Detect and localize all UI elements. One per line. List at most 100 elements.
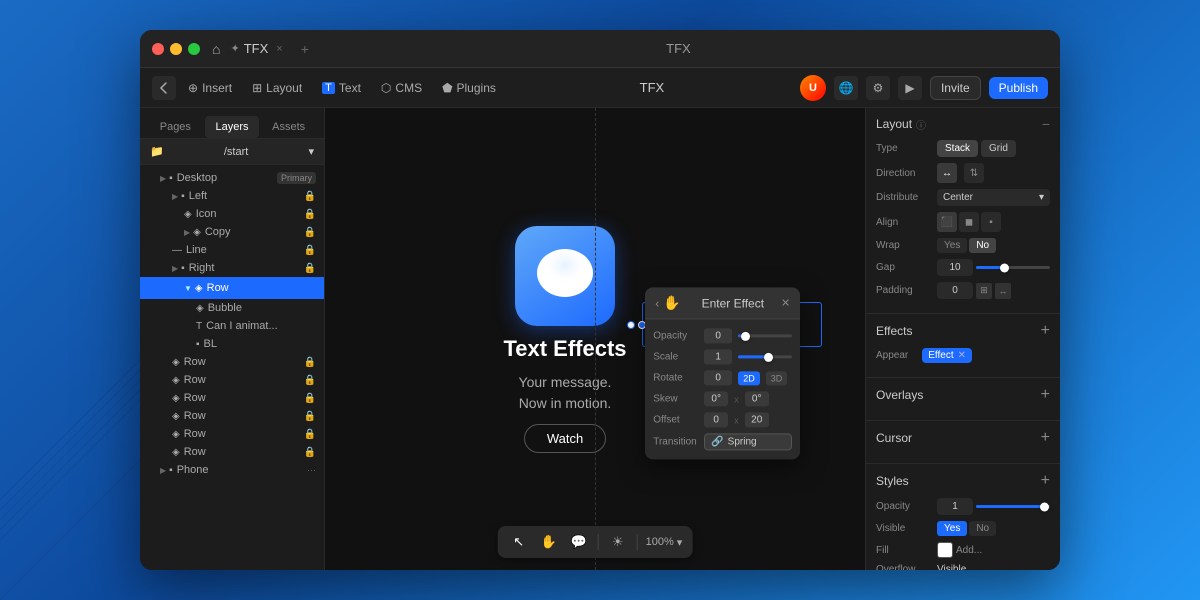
opacity-track[interactable]	[976, 505, 1050, 508]
tree-item-phone[interactable]: ▶ ▪ Phone ···	[140, 461, 324, 479]
popup-back-icon[interactable]: ‹	[655, 296, 659, 310]
tree-item-row-5[interactable]: ◈ Row 🔒	[140, 407, 324, 425]
maximize-button[interactable]	[188, 43, 200, 55]
padding-input[interactable]	[937, 282, 973, 299]
overlays-add-icon[interactable]: +	[1041, 386, 1050, 404]
tree-item-bl[interactable]: ▪ BL	[140, 335, 324, 353]
align-center[interactable]: ◼	[959, 212, 979, 232]
tree-item-line[interactable]: — Line 🔒	[140, 241, 324, 259]
title-tab[interactable]: ✦ TFX ×	[230, 41, 282, 56]
canvas[interactable]: Text Effects Your message. Now in motion…	[325, 108, 865, 570]
tree-item-icon[interactable]: ◈ Icon 🔒	[140, 205, 324, 223]
styles-add-icon[interactable]: +	[1041, 472, 1050, 490]
visible-label: Visible	[876, 523, 931, 534]
add-row-icon[interactable]: +	[308, 280, 316, 296]
tree-item-desktop[interactable]: ▶ ▪ Desktop Primary	[140, 169, 324, 187]
tree-item-bubble[interactable]: ◈ Bubble	[140, 299, 324, 317]
play-icon[interactable]: ▶	[898, 76, 922, 100]
popup-close-icon[interactable]: ✕	[781, 296, 790, 309]
tree-item-row-4[interactable]: ◈ Row 🔒	[140, 389, 324, 407]
zoom-control[interactable]: 100% ▾	[646, 536, 683, 549]
tree-item-canianimate[interactable]: T Can I animat...	[140, 317, 324, 335]
visible-no-button[interactable]: No	[969, 521, 996, 536]
pointer-tool[interactable]: ↖	[508, 531, 530, 553]
tree-item-copy[interactable]: ▶ ◈ Copy 🔒	[140, 223, 324, 241]
skew-y-input[interactable]	[745, 391, 769, 406]
effects-add-icon[interactable]: +	[1041, 322, 1050, 340]
tree-item-row-6[interactable]: ◈ Row 🔒	[140, 425, 324, 443]
cms-button[interactable]: ⬡ CMS	[373, 77, 430, 99]
scale-slider[interactable]	[738, 355, 792, 358]
direction-settings[interactable]: ⇅	[964, 163, 984, 183]
text-button[interactable]: T Text	[314, 77, 369, 99]
brightness-tool[interactable]: ☀	[607, 531, 629, 553]
tab-assets[interactable]: Assets	[261, 116, 316, 138]
gap-track[interactable]	[976, 266, 1050, 269]
transition-label: Transition	[653, 436, 698, 447]
layout-info-icon[interactable]: ⓘ	[916, 117, 926, 132]
row-label: Row	[184, 392, 206, 404]
padding-settings-icon[interactable]: ⊞	[976, 283, 992, 299]
tree-item-row-selected[interactable]: ▼ ◈ Row +	[140, 277, 324, 299]
add-fill-text[interactable]: Add...	[956, 545, 982, 556]
plugins-button[interactable]: ⬟ Plugins	[434, 77, 504, 99]
tab-pages[interactable]: Pages	[148, 116, 203, 138]
transition-input[interactable]: 🔗 Spring	[704, 433, 792, 450]
tab-layers[interactable]: Layers	[205, 116, 260, 138]
invite-button[interactable]: Invite	[930, 76, 981, 100]
effects-section: Effects + Appear Effect ✕	[866, 314, 1060, 378]
layout-button[interactable]: ⊞ Layout	[244, 77, 310, 99]
publish-button[interactable]: Publish	[989, 77, 1048, 99]
skew-x-input[interactable]	[704, 391, 728, 406]
minimize-button[interactable]	[170, 43, 182, 55]
scale-input[interactable]	[704, 349, 732, 364]
settings-icon[interactable]: ⚙	[866, 76, 890, 100]
align-row: Align ⬛ ◼ ▪	[876, 212, 1050, 232]
close-button[interactable]	[152, 43, 164, 55]
visible-yes-button[interactable]: Yes	[937, 521, 967, 536]
rotate-2d-button[interactable]: 2D	[738, 371, 760, 385]
padding-more-icon[interactable]: ↔	[995, 283, 1011, 299]
wrap-yes-button[interactable]: Yes	[937, 238, 967, 253]
direction-horizontal[interactable]: ↔	[937, 163, 957, 183]
tab-title: TFX	[244, 41, 269, 56]
hand-tool[interactable]: ✋	[538, 531, 560, 553]
globe-icon[interactable]: 🌐	[834, 76, 858, 100]
opacity-input-styles[interactable]	[937, 498, 973, 515]
opacity-input[interactable]	[704, 328, 732, 343]
effects-title: Effects	[876, 324, 912, 338]
stack-button[interactable]: Stack	[937, 140, 978, 157]
rotate-input[interactable]	[704, 370, 732, 385]
align-right[interactable]: ▪	[981, 212, 1001, 232]
lock-icon: 🔒	[304, 393, 316, 404]
offset-y-input[interactable]	[745, 412, 769, 427]
opacity-slider[interactable]	[738, 334, 792, 337]
gap-input[interactable]	[937, 259, 973, 276]
distribute-dropdown[interactable]: Center ▾	[937, 189, 1050, 206]
home-icon[interactable]: ⌂	[212, 41, 220, 57]
watch-button[interactable]: Watch	[524, 424, 606, 453]
cursor-add-icon[interactable]: +	[1041, 429, 1050, 447]
fill-swatch[interactable]	[937, 542, 953, 558]
nav-back-icon[interactable]	[152, 76, 176, 100]
tree-item-row-7[interactable]: ◈ Row 🔒	[140, 443, 324, 461]
insert-button[interactable]: ⊕ Insert	[180, 77, 240, 99]
add-tab-button[interactable]: +	[301, 41, 309, 57]
tree-item-right[interactable]: ▶ ▪ Right 🔒	[140, 259, 324, 277]
effect-tag-close[interactable]: ✕	[958, 350, 966, 361]
tree-item-left[interactable]: ▶ ▪ Left 🔒	[140, 187, 324, 205]
tree-item-row-3[interactable]: ◈ Row 🔒	[140, 371, 324, 389]
effect-tag[interactable]: Effect ✕	[922, 348, 972, 363]
grid-button[interactable]: Grid	[981, 140, 1016, 157]
rotate-3d-button[interactable]: 3D	[766, 371, 788, 385]
user-avatar[interactable]: U	[800, 75, 826, 101]
layout-collapse-icon[interactable]: −	[1042, 116, 1050, 132]
align-left[interactable]: ⬛	[937, 212, 957, 232]
comment-tool[interactable]: 💬	[568, 531, 590, 553]
wrap-no-button[interactable]: No	[969, 238, 996, 253]
sidebar-path[interactable]: 📁 /start ▾	[140, 139, 324, 165]
tree-item-row-2[interactable]: ◈ Row 🔒	[140, 353, 324, 371]
popup-grab-icon[interactable]: ✋	[663, 294, 680, 311]
tab-close[interactable]: ×	[276, 43, 282, 55]
offset-x-input[interactable]	[704, 412, 728, 427]
